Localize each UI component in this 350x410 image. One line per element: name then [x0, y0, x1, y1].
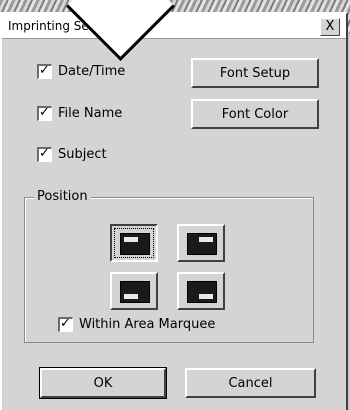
check-icon: ✓	[39, 145, 50, 161]
title-bar[interactable]: Imprinting Setup X	[2, 14, 346, 39]
subject-label: Subject	[58, 146, 107, 162]
position-bottom-right-button[interactable]	[177, 272, 225, 310]
within-area-marquee-label: Within Area Marquee	[79, 316, 216, 332]
subject-checkbox[interactable]: ✓	[37, 145, 52, 162]
file-name-checkbox-row[interactable]: ✓ File Name	[37, 104, 122, 122]
date-time-checkbox-row[interactable]: ✓ Date/Time	[37, 62, 125, 80]
font-setup-button[interactable]: Font Setup	[191, 58, 319, 88]
position-bottom-left-button[interactable]	[110, 272, 158, 310]
position-top-right-button[interactable]	[177, 224, 225, 262]
position-bottom-left-icon	[120, 281, 150, 303]
ok-button[interactable]: OK	[39, 367, 167, 399]
check-icon: ✓	[60, 315, 71, 331]
position-top-left-icon	[120, 233, 150, 255]
check-icon: ✓	[39, 104, 50, 120]
position-top-right-icon	[187, 233, 217, 255]
within-area-marquee-checkbox[interactable]: ✓	[58, 315, 73, 332]
position-bottom-right-icon	[187, 281, 217, 303]
position-top-left-button[interactable]	[110, 224, 158, 262]
position-legend: Position	[34, 189, 91, 204]
date-time-label: Date/Time	[58, 63, 126, 79]
check-icon: ✓	[39, 62, 50, 78]
font-color-button[interactable]: Font Color	[191, 99, 319, 129]
file-name-label: File Name	[58, 105, 123, 121]
close-button[interactable]: X	[320, 18, 340, 36]
close-icon: X	[325, 19, 335, 34]
cancel-button[interactable]: Cancel	[185, 368, 316, 398]
date-time-checkbox[interactable]: ✓	[37, 62, 52, 79]
within-area-marquee-checkbox-row[interactable]: ✓ Within Area Marquee	[58, 315, 215, 333]
subject-checkbox-row[interactable]: ✓ Subject	[37, 145, 107, 163]
file-name-checkbox[interactable]: ✓	[37, 104, 52, 121]
